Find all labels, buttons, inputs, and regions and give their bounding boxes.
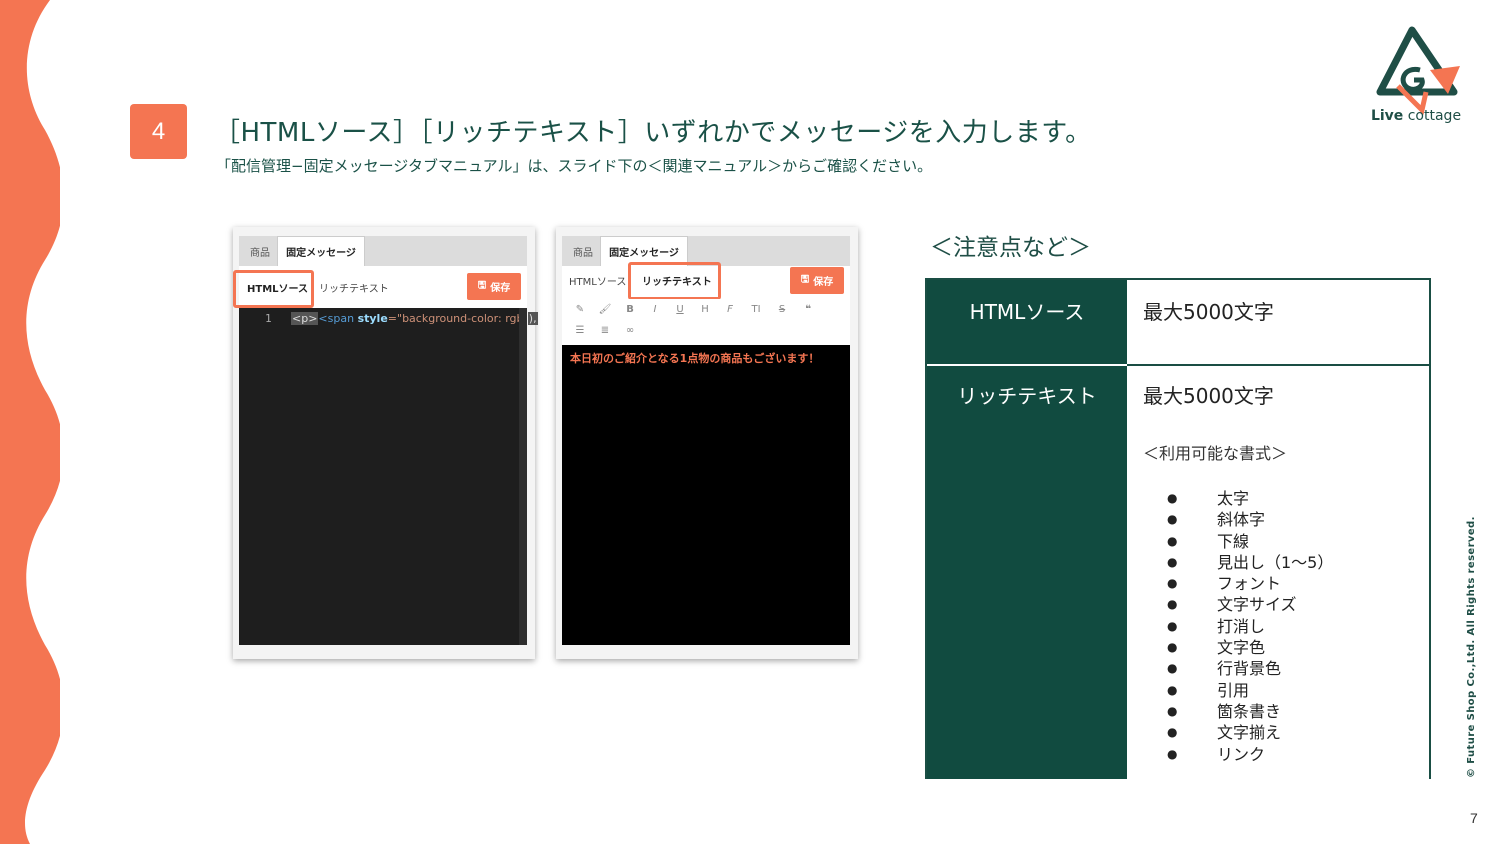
rich-text-screenshot: 商品 固定メッセージ HTMLソース リッチテキスト 🖫 保存 ✎ 🖌 B I U…	[556, 227, 858, 659]
tab-fixed-message[interactable]: 固定メッセージ	[277, 236, 365, 266]
message-text: 本日初のご紹介となる1点物の商品もございます！	[570, 352, 820, 365]
heading-icon[interactable]: H	[697, 304, 713, 315]
list-item: ● 太字	[1167, 489, 1250, 508]
highlight-frame	[233, 270, 314, 308]
rich-text-limit: 最大5000文字	[1143, 384, 1274, 408]
html-source-screenshot: 商品 固定メッセージ HTMLソース リッチテキスト 🖫 保存 1 <p><spa…	[233, 227, 538, 659]
tab-products[interactable]: 商品	[243, 236, 277, 266]
rich-text-label: リッチテキスト	[957, 384, 1097, 408]
mode-rich-text[interactable]: リッチテキスト	[319, 276, 389, 298]
logo-text: Live cottage	[1370, 108, 1462, 124]
list-item: ● 引用	[1167, 680, 1250, 700]
label-divider	[927, 364, 1127, 366]
bold-icon[interactable]: B	[622, 304, 638, 315]
save-button[interactable]: 🖫 保存	[790, 267, 844, 294]
save-icon: 🖫	[477, 280, 487, 291]
text-size-icon[interactable]: TI	[748, 304, 764, 315]
notes-title: ＜注意点など＞	[930, 235, 1091, 261]
align-icon[interactable]: ≣	[597, 325, 613, 336]
formats-list: ● 太字 ● 斜体字 ● 下線 ● 見出し（1〜5） ● フォント ● 文字サイズ ● 打消し…	[1167, 488, 1333, 765]
list-item: ● リンク	[1167, 744, 1266, 764]
list-item: ● 箇条書き	[1167, 701, 1282, 721]
list-item: ● 文字色	[1167, 638, 1266, 658]
tab-products[interactable]: 商品	[566, 236, 600, 266]
link-icon[interactable]: ∞	[622, 325, 638, 336]
list-item: ● 行背景色	[1167, 659, 1282, 679]
list-item: ● 下線	[1167, 531, 1250, 551]
highlight-frame	[628, 262, 721, 300]
editor-scrollbar[interactable]	[519, 308, 527, 645]
html-source-value-cell: 最大5000文字	[1127, 280, 1429, 364]
list-item: ● フォント	[1167, 574, 1282, 594]
formats-heading: ＜利用可能な書式＞	[1143, 444, 1288, 463]
line-number: 1	[265, 312, 272, 325]
notes-table: HTMLソース 最大5000文字 リッチテキスト 最大5000文字 ＜利用可能な…	[925, 278, 1431, 779]
list-item: ● 打消し	[1167, 616, 1266, 636]
list-item: ● 見出し（1〜5）	[1167, 552, 1334, 572]
rich-text-editor[interactable]: 本日初のご紹介となる1点物の商品もございます！	[562, 345, 850, 645]
page-number: 7	[1470, 810, 1478, 826]
list-icon[interactable]: ☰	[572, 325, 588, 336]
html-source-label: HTMLソース	[969, 300, 1085, 324]
copyright-notice: © Future Shop Co.,Ltd. All Rights reserv…	[1466, 516, 1477, 778]
code-line: <p><span style="background-color: rgb(),	[291, 312, 538, 325]
list-item: ● 文字サイズ	[1167, 595, 1297, 615]
wavy-border-decoration	[0, 0, 60, 844]
quote-icon[interactable]: ❝	[800, 304, 816, 315]
code-editor[interactable]: 1 <p><span style="background-color: rgb(…	[239, 308, 538, 645]
step-number-badge: 4	[130, 104, 187, 159]
save-icon: 🖫	[800, 274, 810, 285]
page-title: ［HTMLソース］［リッチテキスト］いずれかでメッセージを入力します。	[214, 118, 1092, 148]
html-source-limit: 最大5000文字	[1143, 300, 1274, 324]
save-button[interactable]: 🖫 保存	[467, 273, 521, 300]
brush-icon[interactable]: 🖌	[597, 304, 613, 315]
list-item: ● 文字揃え	[1167, 723, 1282, 743]
tab-bar: 商品 固定メッセージ	[239, 236, 527, 266]
page-subtitle: 「配信管理−固定メッセージタブマニュアル」は、スライド下の＜関連マニュアル＞から…	[216, 157, 933, 175]
font-icon[interactable]: F	[722, 304, 738, 315]
list-item: ● 斜体字	[1167, 510, 1266, 530]
rich-text-value-cell: 最大5000文字 ＜利用可能な書式＞ ● 太字 ● 斜体字 ● 下線 ● 見出し（1〜5…	[1127, 366, 1429, 779]
italic-icon[interactable]: I	[647, 304, 663, 315]
mode-html-source[interactable]: HTMLソース	[569, 269, 626, 291]
rich-text-toolbar: ✎ 🖌 B I U H F TI S ❝ ☰ ≣ ∞	[562, 299, 850, 345]
eraser-icon[interactable]: ✎	[572, 304, 588, 315]
underline-icon[interactable]: U	[672, 304, 688, 315]
strikethrough-icon[interactable]: S	[774, 304, 790, 315]
label-column	[927, 280, 1127, 779]
